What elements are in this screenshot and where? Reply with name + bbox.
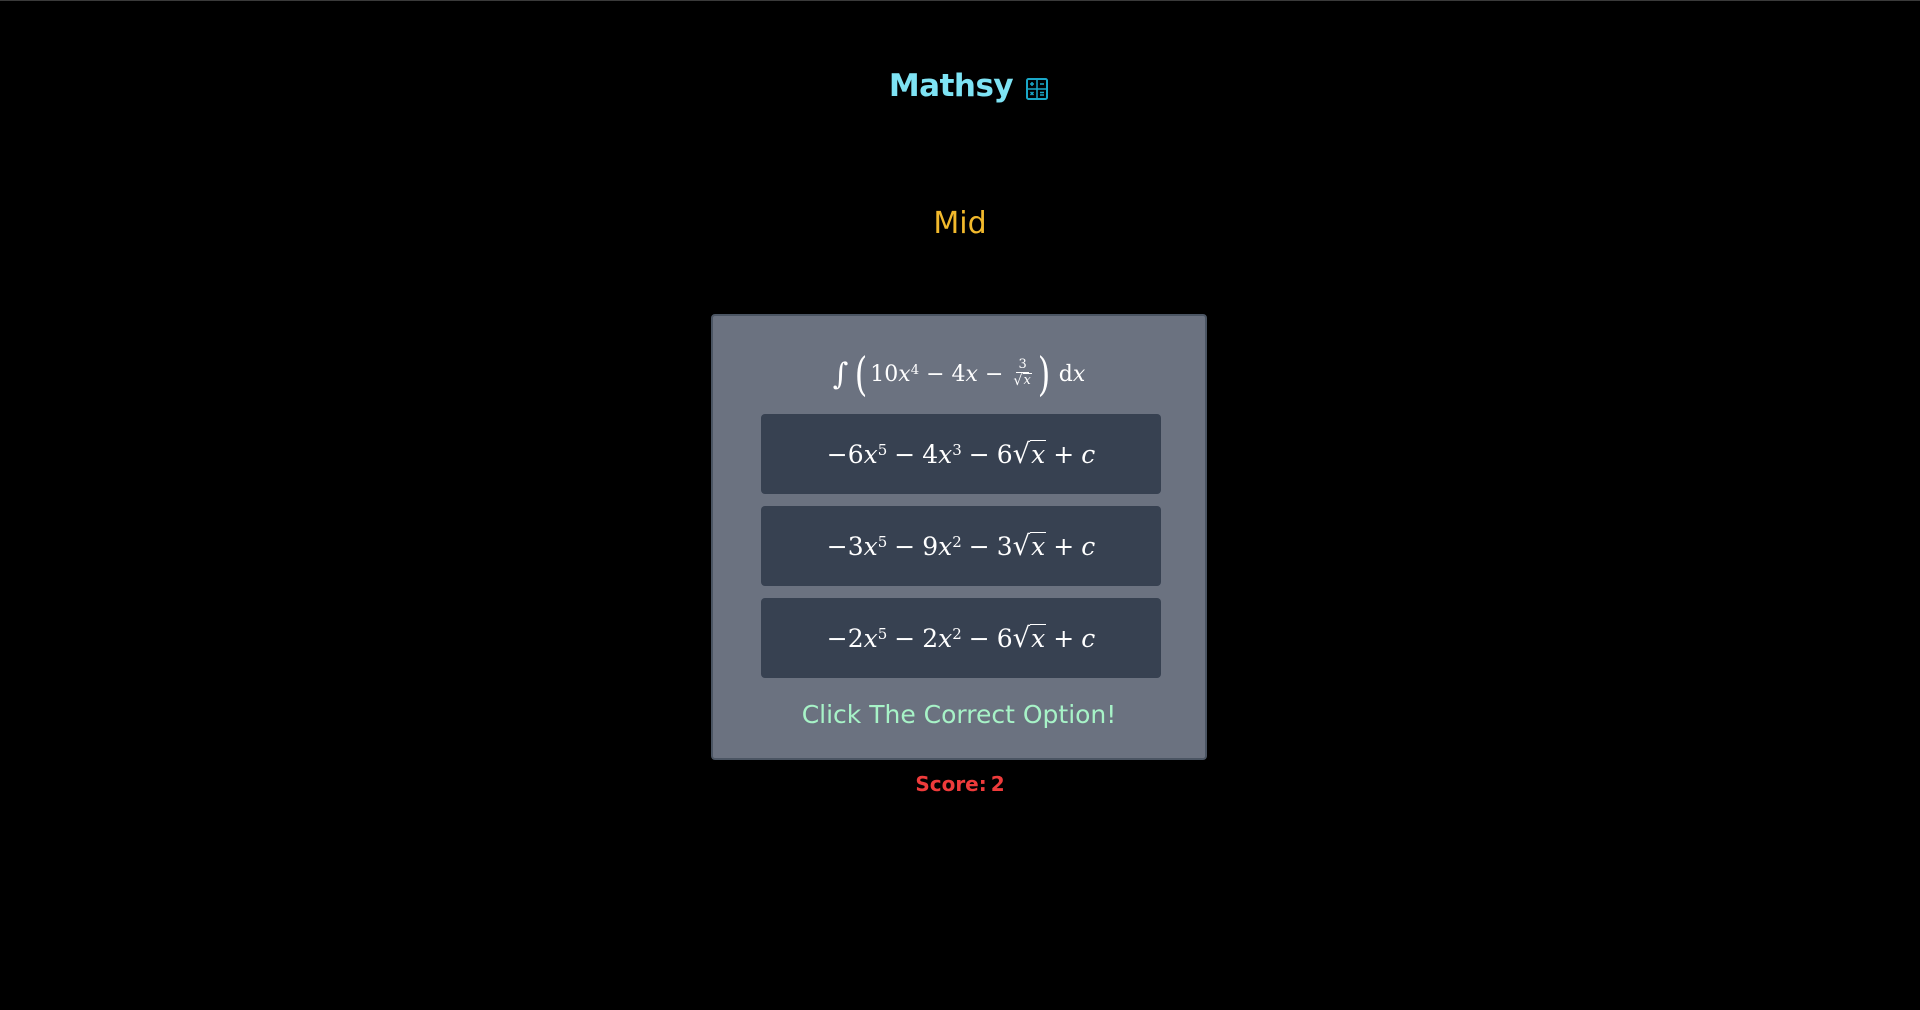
question-card: ∫ ( 10 x 4 − 4x − 3 √ x ) dx −6 x 5 − 4x3 − 6… bbox=[711, 314, 1207, 760]
fraction-numerator: 3 bbox=[1016, 356, 1029, 374]
term-var: x bbox=[898, 361, 911, 387]
close-paren: ) bbox=[1037, 347, 1051, 401]
fraction-denominator: √ x bbox=[1013, 373, 1032, 390]
term-exp: 4 bbox=[910, 362, 920, 378]
option-expression: −3 x 5 − 9x2 − 3 √ x + c bbox=[826, 529, 1096, 562]
sqrt-symbol: √ x bbox=[1012, 529, 1047, 562]
sqrt-symbol: √ x bbox=[1012, 437, 1047, 470]
app-title: Mathsy bbox=[888, 68, 1014, 104]
option-expression: −2 x 5 − 2x2 − 6 √ x + c bbox=[826, 621, 1096, 654]
answer-option-3[interactable]: −2 x 5 − 2x2 − 6 √ x + c bbox=[761, 598, 1161, 678]
integral-sign: ∫ bbox=[832, 356, 849, 392]
difficulty-label: Mid bbox=[933, 206, 987, 241]
window-top-border bbox=[0, 0, 1920, 1]
term-coef: 4 bbox=[951, 361, 966, 387]
instruction-prompt: Click The Correct Option! bbox=[801, 700, 1117, 729]
calculator-icon bbox=[1025, 77, 1049, 101]
option-expression: −6 x 5 − 4x3 − 6 √ x + c bbox=[826, 437, 1096, 470]
operator: − bbox=[984, 361, 1004, 387]
differential-var: x bbox=[1072, 361, 1086, 387]
answer-option-1[interactable]: −6 x 5 − 4x3 − 6 √ x + c bbox=[761, 414, 1161, 494]
score-value: 2 bbox=[990, 772, 1005, 796]
score-label: Score: bbox=[915, 772, 987, 796]
operator: − bbox=[926, 361, 945, 387]
header: Mathsy bbox=[0, 62, 1920, 110]
differential: d bbox=[1058, 361, 1073, 387]
brand: Mathsy bbox=[889, 68, 1049, 104]
open-paren: ( bbox=[855, 347, 868, 401]
term-var: x bbox=[965, 361, 978, 387]
answer-option-2[interactable]: −3 x 5 − 9x2 − 3 √ x + c bbox=[761, 506, 1161, 586]
fraction: 3 √ x bbox=[1013, 356, 1032, 391]
term-coef: 10 bbox=[870, 361, 899, 387]
question-expression: ∫ ( 10 x 4 − 4x − 3 √ x ) dx bbox=[713, 346, 1205, 402]
sqrt-symbol: √ x bbox=[1012, 621, 1047, 654]
score-display: Score: 2 bbox=[0, 772, 1920, 796]
